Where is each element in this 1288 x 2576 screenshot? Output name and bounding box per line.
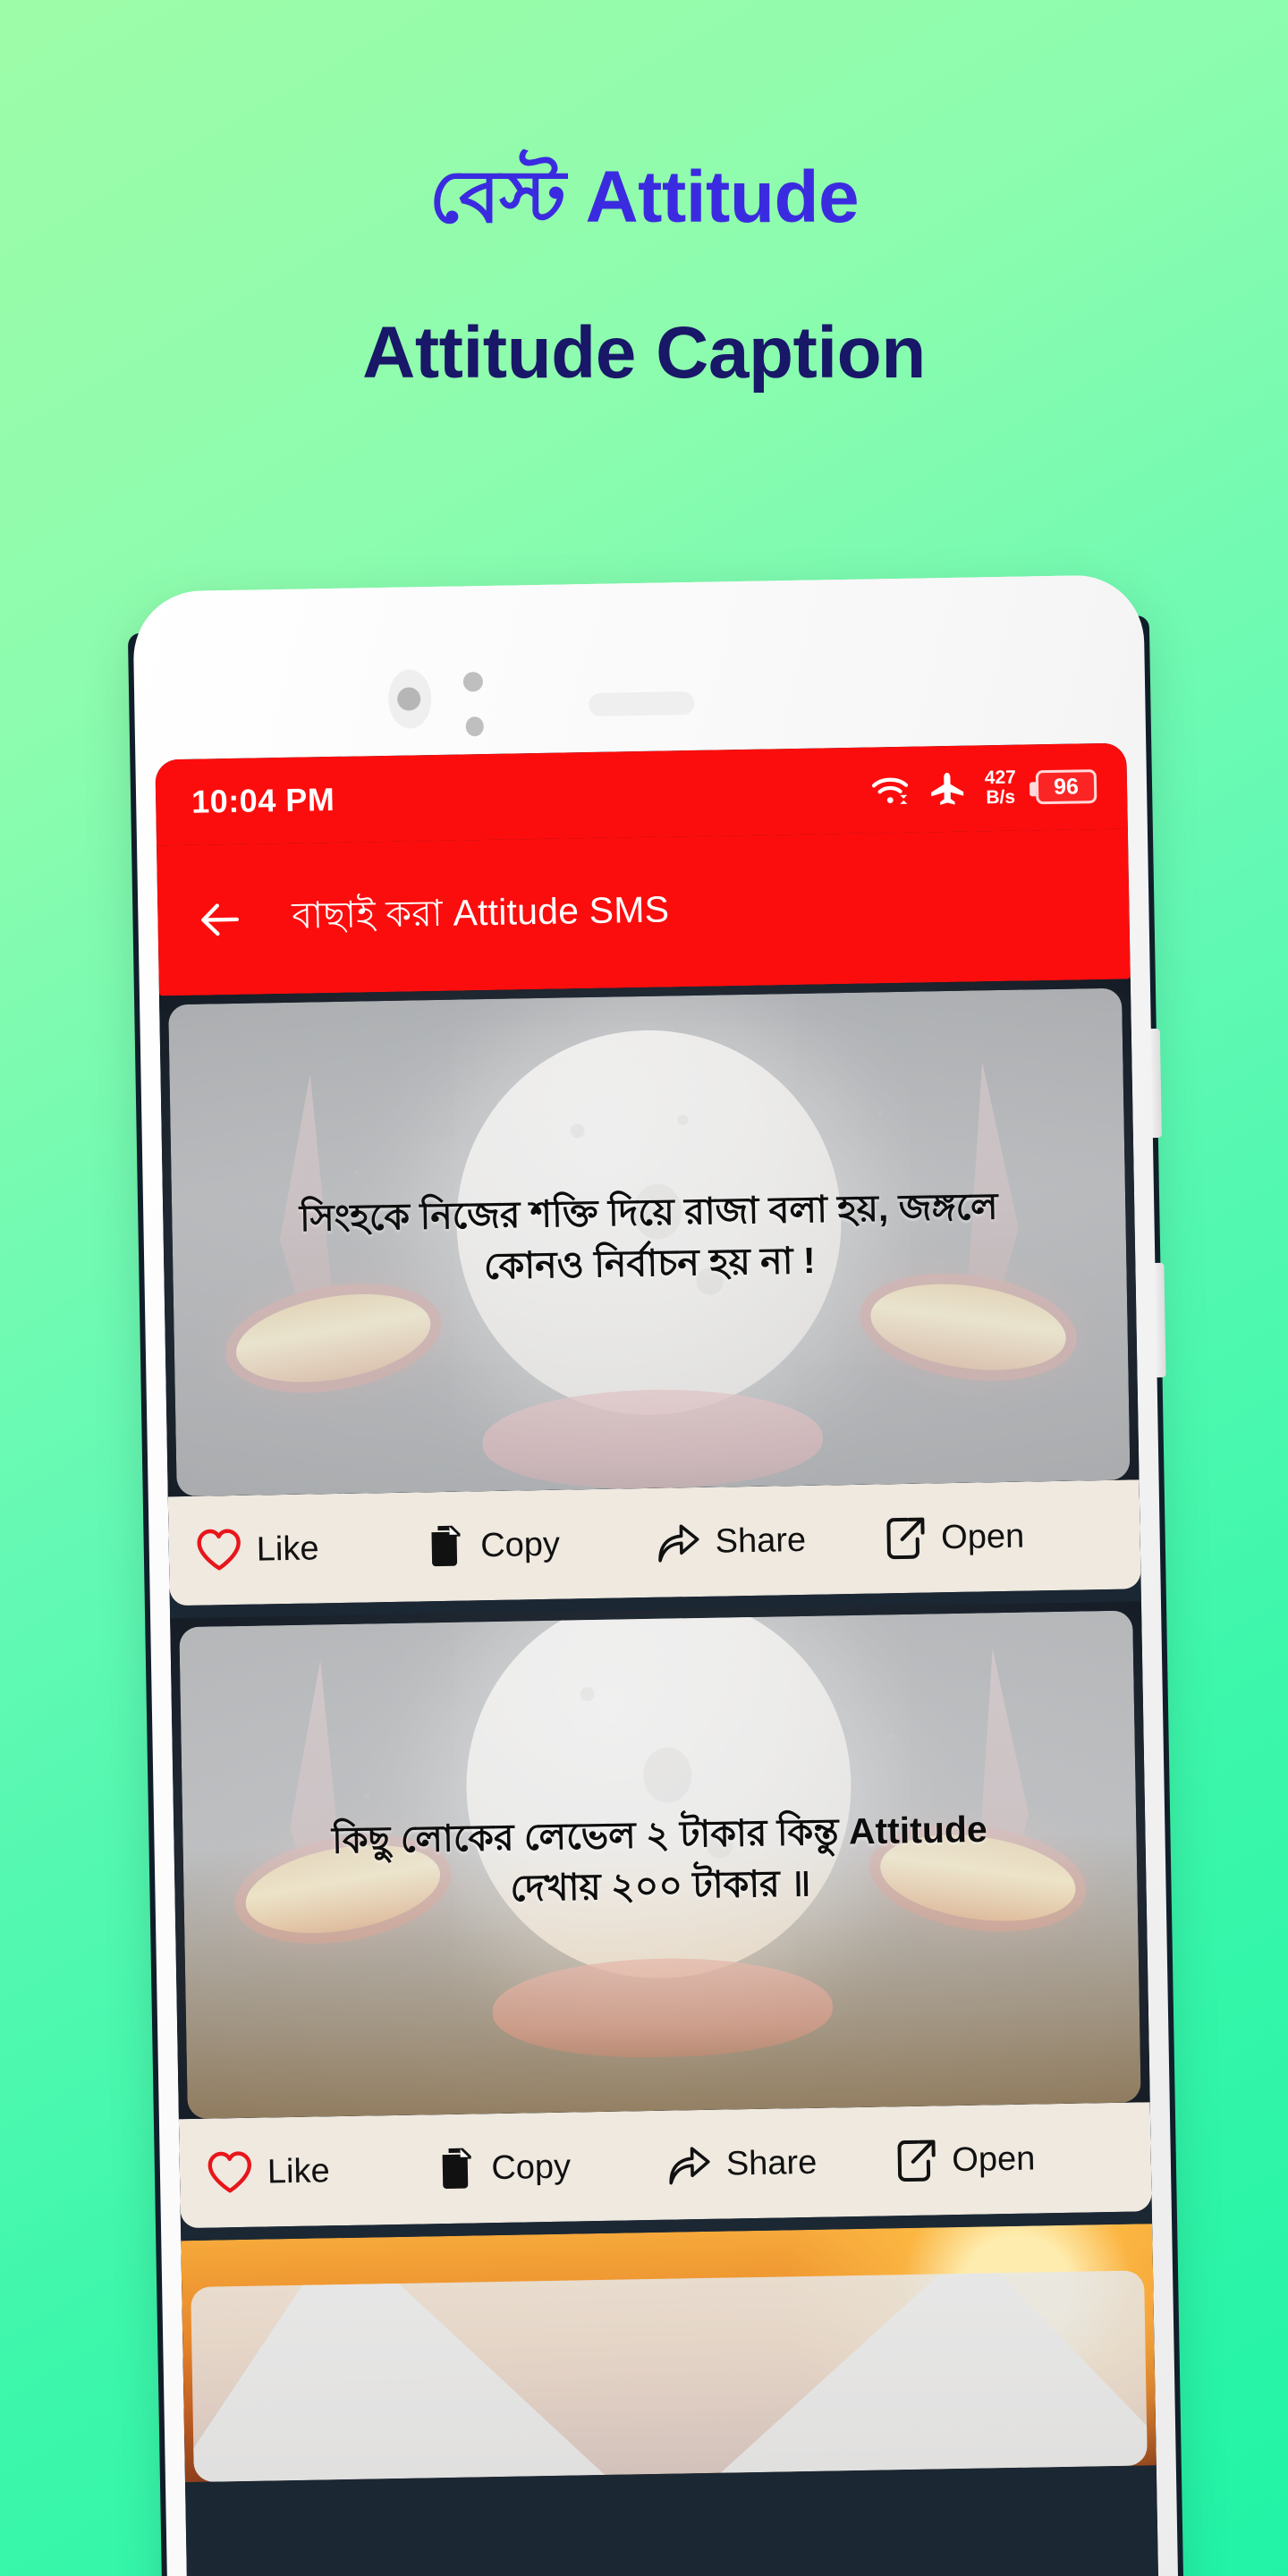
share-button[interactable]: Share: [654, 1515, 884, 1565]
copy-icon: [442, 2148, 471, 2190]
like-button[interactable]: Like: [195, 1524, 425, 1572]
copy-button[interactable]: Copy: [425, 1520, 655, 1570]
app-bar: বাছাই করা Attitude SMS: [157, 828, 1131, 996]
heart-icon: [197, 1529, 241, 1571]
share-arrow-icon: [669, 2147, 710, 2185]
open-external-icon: [897, 2140, 936, 2182]
sms-card-actions: Like Copy Share Open: [178, 2102, 1152, 2229]
sms-card[interactable]: সিংহকে নিজের শক্তি দিয়ে রাজা বলা হয়, জ…: [158, 979, 1141, 1606]
like-button[interactable]: Like: [207, 2147, 436, 2195]
battery-icon: 96: [1035, 769, 1097, 805]
airplane-mode-icon: [931, 772, 964, 805]
sms-card-media: সিংহকে নিজের শক্তি দিয়ে রাজা বলা হয়, জ…: [158, 979, 1140, 1497]
promo-headline-line-1: বেস্ট Attitude: [428, 157, 860, 238]
sms-card[interactable]: [181, 2224, 1157, 2483]
like-label: Like: [256, 1529, 319, 1569]
promo-screenshot: বেস্ট Attitude Attitude Caption 10:04 PM: [0, 0, 1288, 2576]
open-label: Open: [940, 1517, 1025, 1556]
light-sensor-icon: [465, 716, 484, 737]
phone-mockup: 10:04 PM 427 B/s 96 বাছাই করা Attitude S…: [127, 574, 1185, 2576]
status-bar: 10:04 PM 427 B/s 96: [155, 742, 1128, 846]
sms-card[interactable]: কিছু লোকের লেভেল ২ টাকার কিন্তু Attitude…: [170, 1601, 1152, 2229]
back-arrow-icon[interactable]: [193, 894, 246, 946]
app-bar-title: বাছাই করা Attitude SMS: [292, 887, 670, 936]
network-speed-unit: B/s: [986, 786, 1016, 809]
open-external-icon: [886, 1517, 925, 1560]
status-clock: 10:04 PM: [191, 780, 335, 820]
open-label: Open: [951, 2140, 1036, 2179]
status-icons: 427 B/s 96: [870, 767, 1097, 810]
copy-label: Copy: [479, 1525, 561, 1564]
proximity-sensor-icon: [462, 672, 484, 692]
sms-card-media: [181, 2224, 1157, 2483]
like-label: Like: [267, 2151, 331, 2190]
phone-bezel: 10:04 PM 427 B/s 96 বাছাই করা Attitude S…: [132, 574, 1180, 2576]
copy-label: Copy: [491, 2148, 572, 2187]
phone-screen: 10:04 PM 427 B/s 96 বাছাই করা Attitude S…: [155, 742, 1160, 2576]
battery-level: 96: [1053, 773, 1080, 800]
sms-card-media: কিছু লোকের লেভেল ২ টাকার কিন্তু Attitude…: [170, 1601, 1150, 2120]
sms-quote-text: কিছু লোকের লেভেল ২ টাকার কিন্তু Attitude…: [213, 1802, 1107, 1919]
copy-button[interactable]: Copy: [436, 2142, 665, 2192]
heart-icon: [208, 2151, 251, 2193]
share-label: Share: [725, 2143, 818, 2183]
network-speed-indicator: 427 B/s: [984, 767, 1017, 809]
sms-quote-text: সিংহকে নিজের শক্তি দিয়ে রাজা বলা হয়, জ…: [202, 1180, 1097, 1297]
wifi-icon: [871, 777, 909, 804]
share-label: Share: [715, 1521, 807, 1561]
copy-icon: [430, 1525, 461, 1567]
promo-headline-line-2: Attitude Caption: [362, 312, 926, 394]
share-button[interactable]: Share: [665, 2138, 894, 2188]
network-speed-value: 427: [984, 767, 1017, 789]
open-button[interactable]: Open: [884, 1512, 1114, 1562]
sms-feed-list[interactable]: সিংহকে নিজের শক্তি দিয়ে রাজা বলা হয়, জ…: [158, 979, 1160, 2576]
share-arrow-icon: [658, 1524, 699, 1563]
open-button[interactable]: Open: [894, 2134, 1124, 2184]
sms-card-actions: Like Copy Share Open: [167, 1479, 1141, 1606]
earpiece-speaker-icon: [589, 691, 695, 716]
